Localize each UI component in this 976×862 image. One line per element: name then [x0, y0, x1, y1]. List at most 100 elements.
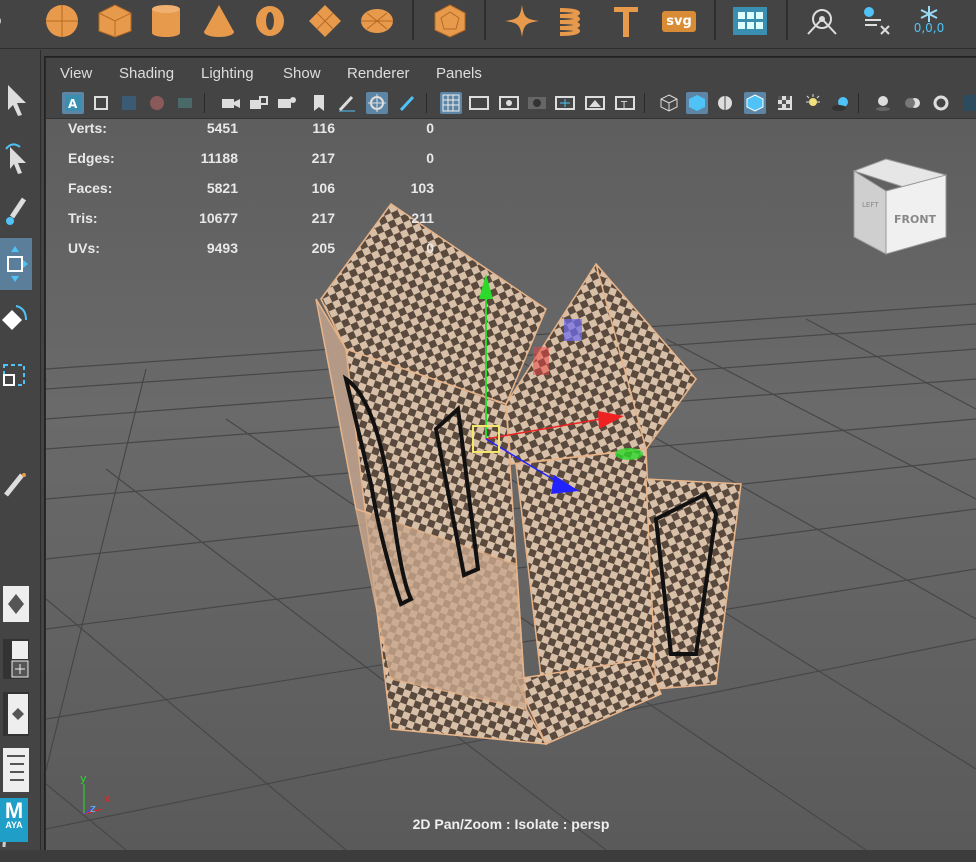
- type-icon[interactable]: [607, 4, 645, 38]
- two-pane-layout-icon[interactable]: [0, 690, 32, 738]
- rotate-tool-icon[interactable]: [0, 295, 32, 343]
- cylinder-icon[interactable]: [147, 4, 185, 38]
- hud-tris-component: 211: [411, 210, 434, 226]
- panel-iconbar: A T: [46, 88, 976, 119]
- grid-toggle-icon[interactable]: [440, 92, 462, 114]
- delete-history-icon[interactable]: [856, 4, 894, 38]
- hud-edges-component: 0: [426, 150, 434, 166]
- film-gate-icon[interactable]: [276, 92, 298, 114]
- disc-icon[interactable]: [358, 4, 396, 38]
- four-pane-layout-icon[interactable]: [0, 635, 32, 683]
- menu-view[interactable]: View: [60, 65, 92, 82]
- single-pane-layout-icon[interactable]: [0, 580, 32, 628]
- camera-transform-icon[interactable]: [366, 92, 388, 114]
- plane-icon[interactable]: [306, 4, 344, 38]
- sphere-icon[interactable]: [43, 4, 81, 38]
- default-material-icon[interactable]: [714, 92, 736, 114]
- shelf-bar: svg 0,0,0: [0, 0, 976, 49]
- wireframe-icon[interactable]: [658, 92, 680, 114]
- hud-label-tris: Tris:: [68, 210, 98, 226]
- hud-faces-total: 5821: [206, 180, 238, 196]
- menu-renderer[interactable]: Renderer: [347, 65, 410, 82]
- outliner-layout-icon[interactable]: [0, 746, 32, 794]
- hud-edges-total: 11188: [200, 150, 238, 166]
- viewport[interactable]: y x z FRONT LEFT Verts: 5451 116 0 Edges…: [46, 119, 976, 850]
- resolution-gate-icon[interactable]: [498, 92, 520, 114]
- lock-camera-icon[interactable]: [248, 92, 270, 114]
- axis-z-label: z: [90, 802, 96, 815]
- hud-tris-total: 10677: [199, 210, 238, 226]
- hud-faces-selected: 106: [311, 180, 335, 196]
- anti-aliasing-icon[interactable]: [930, 92, 952, 114]
- helix-icon[interactable]: [553, 4, 591, 38]
- grease-pencil-icon[interactable]: [336, 92, 358, 114]
- viewport-status: 2D Pan/Zoom : Isolate : persp: [412, 816, 610, 832]
- hud-label-edges: Edges:: [68, 150, 115, 166]
- two-d-pan-zoom-icon[interactable]: [174, 92, 196, 114]
- view-cube-left: LEFT: [862, 201, 879, 209]
- screen-space-ao-icon[interactable]: [872, 92, 894, 114]
- move-tool-icon[interactable]: [0, 238, 32, 290]
- freeze-transform-label: 0,0,0: [913, 21, 945, 35]
- use-all-lights-icon[interactable]: [802, 92, 824, 114]
- hud-uvs-component: 0: [426, 240, 434, 256]
- textured-icon[interactable]: [774, 92, 796, 114]
- scene-canvas[interactable]: y x z FRONT LEFT: [46, 119, 976, 850]
- safe-action-icon[interactable]: [584, 92, 606, 114]
- hud-uvs-selected: 205: [311, 240, 335, 256]
- menu-show[interactable]: Show: [283, 65, 321, 82]
- bookmark-flag-icon[interactable]: [308, 92, 330, 114]
- view-cube-front: FRONT: [894, 213, 937, 226]
- hud-uvs-total: 9493: [206, 240, 238, 256]
- camera-rig-icon[interactable]: [803, 4, 841, 38]
- shelf-settings-icon[interactable]: [0, 4, 6, 38]
- super-shape-icon[interactable]: [503, 4, 541, 38]
- camera-icon[interactable]: [220, 92, 242, 114]
- checker-model: [315, 202, 742, 745]
- torus-icon[interactable]: [251, 4, 289, 38]
- image-plane-icon[interactable]: [146, 92, 168, 114]
- freeze-transform-icon[interactable]: 0,0,0: [910, 4, 948, 38]
- sculpt-tool-icon[interactable]: [0, 460, 32, 508]
- camera-attributes-icon[interactable]: [90, 92, 112, 114]
- menu-shading[interactable]: Shading: [119, 65, 174, 82]
- platonic-icon[interactable]: [431, 4, 469, 38]
- field-chart-icon[interactable]: [554, 92, 576, 114]
- wireframe-on-shaded-icon[interactable]: [744, 92, 766, 114]
- menu-panels[interactable]: Panels: [436, 65, 482, 82]
- cone-icon[interactable]: [200, 4, 238, 38]
- paint-icon[interactable]: [396, 92, 418, 114]
- axis-y-label: y: [80, 772, 87, 785]
- bookmark-icon[interactable]: [118, 92, 140, 114]
- select-tool-icon[interactable]: [0, 76, 32, 124]
- panel-menubar: View Shading Lighting Show Renderer Pane…: [46, 58, 976, 88]
- depth-of-field-icon[interactable]: [958, 92, 976, 114]
- paint-select-icon[interactable]: [0, 188, 32, 236]
- motion-blur-icon[interactable]: [902, 92, 924, 114]
- svg-text:T: T: [620, 100, 628, 111]
- bottom-bar: [0, 850, 976, 862]
- hud-verts-component: 0: [426, 120, 434, 136]
- maya-logo: M AYA: [0, 798, 28, 842]
- hud-label-faces: Faces:: [68, 180, 113, 196]
- hud-label-uvs: UVs:: [68, 240, 100, 256]
- select-camera-icon[interactable]: A: [62, 92, 84, 114]
- hud-tris-selected: 217: [311, 210, 335, 226]
- cube-icon[interactable]: [96, 4, 134, 38]
- menu-lighting[interactable]: Lighting: [201, 65, 254, 82]
- hud-verts-selected: 116: [312, 120, 335, 136]
- grid-layout-icon[interactable]: [731, 4, 769, 38]
- toolbox: [0, 50, 41, 862]
- hud-verts-total: 5451: [206, 120, 238, 136]
- smooth-shade-icon[interactable]: [686, 92, 708, 114]
- lasso-tool-icon[interactable]: [0, 134, 32, 182]
- svg-icon[interactable]: svg: [660, 4, 698, 38]
- film-gate-toggle-icon[interactable]: [468, 92, 490, 114]
- gate-mask-icon[interactable]: [526, 92, 548, 114]
- safe-title-icon[interactable]: T: [614, 92, 636, 114]
- hud-edges-selected: 217: [311, 150, 335, 166]
- scale-tool-icon[interactable]: [0, 350, 32, 398]
- axis-indicator: y x z: [80, 772, 111, 815]
- hud-faces-component: 103: [410, 180, 434, 196]
- shadows-icon[interactable]: [830, 92, 852, 114]
